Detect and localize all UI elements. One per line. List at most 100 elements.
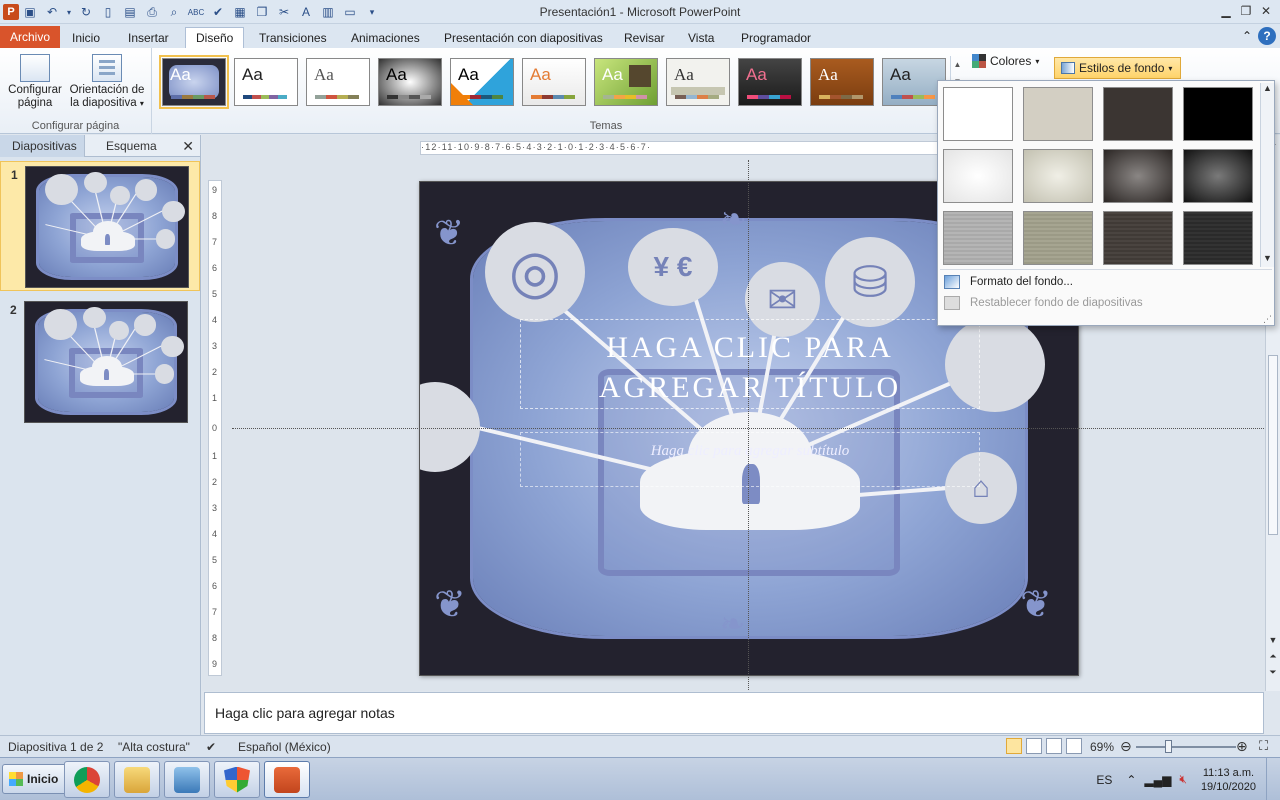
previous-slide-icon[interactable]: ⏶ — [1266, 651, 1280, 662]
zoom-slider-handle[interactable] — [1165, 740, 1172, 753]
formato-del-fondo-item[interactable]: Formato del fondo... — [944, 272, 1073, 292]
restablecer-fondo-item[interactable]: Restablecer fondo de diapositivas — [944, 293, 1143, 313]
scroll-down-icon[interactable]: ▼ — [1261, 253, 1274, 263]
copy-icon[interactable]: ❐ — [253, 3, 271, 21]
collapse-ribbon-icon[interactable]: ⌃ — [1242, 29, 1252, 43]
print-icon[interactable]: ⎙ — [143, 3, 161, 21]
tab-transiciones[interactable]: Transiciones — [249, 27, 337, 48]
orientacion-button[interactable]: Orientación de la diapositiva ▾ — [66, 54, 148, 110]
zoom-slider[interactable] — [1136, 746, 1236, 748]
redo-icon[interactable]: ↻ — [77, 3, 95, 21]
dropdown-scrollbar[interactable]: ▲ ▼ — [1260, 83, 1274, 267]
network-icon[interactable]: ▂▄▆ — [1144, 773, 1171, 787]
theme-5[interactable]: Aa — [522, 58, 586, 106]
tab-animaciones[interactable]: Animaciones — [341, 27, 430, 48]
font-color-icon[interactable]: A — [297, 3, 315, 21]
proofing-icon[interactable]: ✔ — [206, 740, 216, 754]
theme-2[interactable]: Aa — [306, 58, 370, 106]
horizontal-guide[interactable] — [232, 428, 1272, 429]
tab-programador[interactable]: Programador — [731, 27, 821, 48]
tab-esquema[interactable]: Esquema — [94, 135, 169, 157]
theme-9[interactable]: Aa — [810, 58, 874, 106]
slide-sorter-button[interactable] — [1026, 738, 1042, 754]
paste-icon[interactable]: ▥ — [319, 3, 337, 21]
check-icon[interactable]: ✔ — [209, 3, 227, 21]
tab-diseno[interactable]: Diseño — [185, 27, 245, 48]
zoom-level[interactable]: 69% — [1090, 740, 1114, 754]
background-style-12[interactable] — [1183, 211, 1253, 265]
estilos-de-fondo-button[interactable]: Estilos de fondo ▾ — [1054, 57, 1182, 79]
theme-6[interactable]: Aa — [594, 58, 658, 106]
powerpoint-logo-icon[interactable]: P — [3, 4, 19, 20]
slideshow-button[interactable] — [1066, 738, 1082, 754]
notes-pane[interactable]: Haga clic para agregar notas — [204, 692, 1264, 734]
taskbar-security[interactable] — [214, 761, 260, 798]
folder-icon[interactable]: ▭ — [341, 3, 359, 21]
scroll-down-icon[interactable]: ▼ — [1266, 635, 1280, 645]
language-status[interactable]: Español (México) — [238, 740, 331, 754]
tab-presentacion[interactable]: Presentación con diapositivas — [434, 27, 613, 48]
background-style-2[interactable] — [1023, 87, 1093, 141]
tab-inicio[interactable]: Inicio — [62, 27, 110, 48]
undo-icon[interactable]: ↶ — [43, 3, 61, 21]
clock[interactable]: 11:13 a.m. 19/10/2020 — [1201, 766, 1256, 794]
theme-7[interactable]: Aa — [666, 58, 730, 106]
theme-8[interactable]: Aa — [738, 58, 802, 106]
background-style-4[interactable] — [1183, 87, 1253, 141]
help-icon[interactable]: ? — [1258, 27, 1276, 45]
taskbar-photos[interactable] — [164, 761, 210, 798]
theme-alta-costura[interactable]: Aa — [159, 55, 229, 109]
tab-revisar[interactable]: Revisar — [614, 27, 675, 48]
tab-insertar[interactable]: Insertar — [118, 27, 179, 48]
print-preview-icon[interactable]: ⌕ — [165, 3, 183, 21]
new-document-icon[interactable]: ▯ — [99, 3, 117, 21]
spelling-icon[interactable]: ABC — [187, 3, 205, 21]
scroll-thumb[interactable] — [1268, 355, 1278, 535]
theme-4[interactable]: Aa — [450, 58, 514, 106]
scroll-up-icon[interactable]: ▲ — [1261, 83, 1274, 93]
slide-thumbnail-2[interactable]: 2 — [0, 297, 200, 425]
vertical-guide[interactable] — [748, 160, 749, 690]
taskbar-powerpoint[interactable] — [264, 761, 310, 798]
taskbar-chrome[interactable] — [64, 761, 110, 798]
dropdown-arrow-icon[interactable]: ▾ — [65, 3, 73, 21]
background-style-9[interactable] — [943, 211, 1013, 265]
volume-icon[interactable]: 🔇︎ — [1179, 772, 1187, 787]
theme-name[interactable]: "Alta costura" — [118, 740, 190, 754]
background-style-6[interactable] — [1023, 149, 1093, 203]
theme-3[interactable]: Aa — [378, 58, 442, 106]
close-icon[interactable]: ✕ — [1256, 2, 1276, 20]
show-desktop-button[interactable] — [1266, 758, 1280, 800]
theme-office[interactable]: Aa — [234, 58, 298, 106]
background-style-5[interactable] — [943, 149, 1013, 203]
save-icon[interactable]: ▣ — [21, 3, 39, 21]
fit-to-window-icon[interactable]: ⛶ — [1259, 738, 1268, 754]
taskbar-explorer[interactable] — [114, 761, 160, 798]
next-slide-icon[interactable]: ⏷ — [1266, 667, 1280, 678]
show-hidden-icons-icon[interactable]: ⌃ — [1126, 773, 1136, 787]
cut-icon[interactable]: ✂ — [275, 3, 293, 21]
language-indicator[interactable]: ES — [1096, 773, 1112, 787]
zoom-in-icon[interactable]: ⊕ — [1236, 738, 1248, 755]
configurar-pagina-button[interactable]: Configurar página — [4, 54, 66, 110]
start-button[interactable]: Inicio — [2, 764, 68, 794]
colores-button[interactable]: Colores ▾ — [972, 54, 1039, 68]
tab-vista[interactable]: Vista — [678, 27, 724, 48]
tab-archivo[interactable]: Archivo — [0, 26, 61, 48]
resize-grip-icon[interactable]: ⋰ — [1263, 314, 1272, 325]
slide-thumbnail-1[interactable]: 1 — [0, 161, 200, 291]
close-icon[interactable]: ✕ — [182, 138, 194, 155]
scroll-up-icon[interactable]: ▲ — [951, 56, 964, 73]
picture-icon[interactable]: ▦ — [231, 3, 249, 21]
background-style-7[interactable] — [1103, 149, 1173, 203]
title-placeholder[interactable]: HAGA CLIC PARA AGREGAR TÍTULO — [520, 319, 980, 409]
background-style-10[interactable] — [1023, 211, 1093, 265]
background-style-3[interactable] — [1103, 87, 1173, 141]
customize-toolbar-icon[interactable]: ▾ — [363, 3, 381, 21]
normal-view-button[interactable] — [1006, 738, 1022, 754]
restore-icon[interactable]: ❐ — [1236, 2, 1256, 20]
background-style-1[interactable] — [943, 87, 1013, 141]
zoom-out-icon[interactable]: ⊖ — [1120, 738, 1132, 755]
background-style-8[interactable] — [1183, 149, 1253, 203]
open-icon[interactable]: ▤ — [121, 3, 139, 21]
